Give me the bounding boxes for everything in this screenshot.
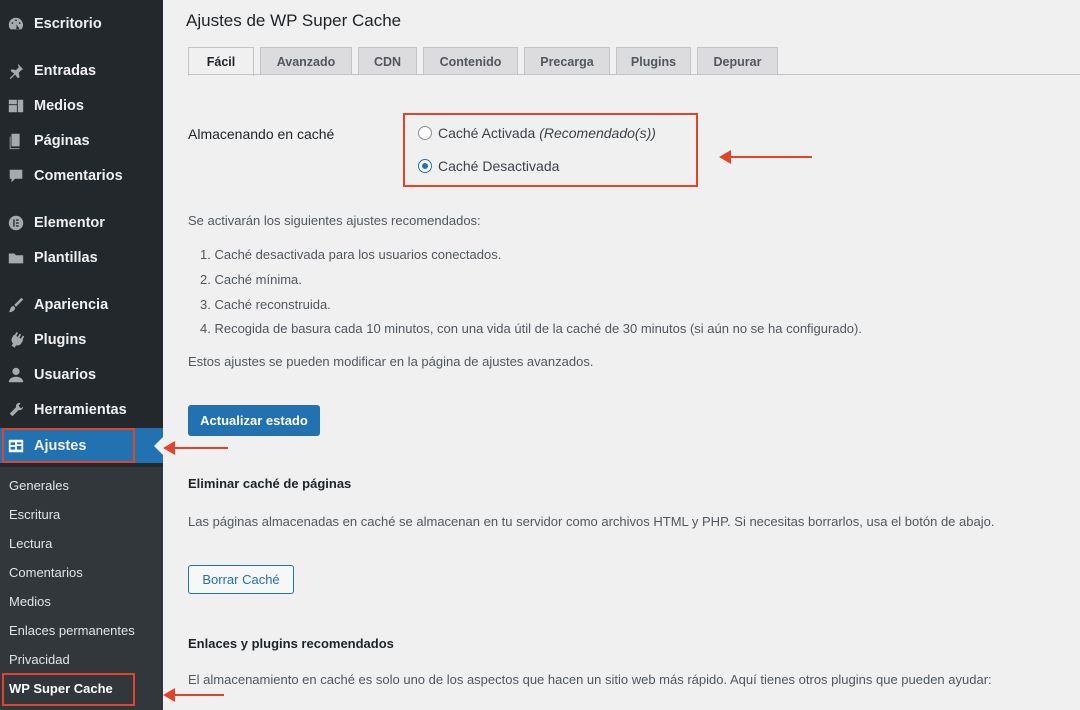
menu-plantillas[interactable]: Plantillas xyxy=(0,240,163,275)
recommended-item-3: 3. Caché reconstruida. xyxy=(200,297,331,312)
page-title: Ajustes de WP Super Cache xyxy=(186,11,402,30)
settings-tabs: Fácil Avanzado CDN Contenido Precarga Pl… xyxy=(188,47,784,76)
tab-contenido[interactable]: Contenido xyxy=(423,47,518,75)
menu-entradas[interactable]: Entradas xyxy=(0,53,163,88)
wp-super-cache-arrow-annotation xyxy=(163,688,224,702)
caching-arrow-annotation xyxy=(719,150,812,164)
ajustes-highlight-box xyxy=(2,428,135,463)
recommended-item-2: 2. Caché mínima. xyxy=(200,272,302,287)
comments-icon xyxy=(6,166,26,186)
advanced-note: Estos ajustes se pueden modificar en la … xyxy=(188,354,594,369)
folder-icon xyxy=(6,248,26,268)
admin-sidebar: Escritorio Entradas Medios Páginas Comen… xyxy=(0,0,163,710)
delete-cache-heading: Eliminar caché de páginas xyxy=(188,476,352,491)
update-status-button[interactable]: Actualizar estado xyxy=(188,405,320,436)
tab-facil[interactable]: Fácil xyxy=(188,47,254,76)
dashboard-icon xyxy=(6,14,26,34)
recommended-item-4: 4. Recogida de basura cada 10 minutos, c… xyxy=(200,321,862,336)
menu-usuarios[interactable]: Usuarios xyxy=(0,357,163,392)
caching-highlight-box xyxy=(403,113,698,187)
delete-cache-description: Las páginas almacenadas en caché se alma… xyxy=(188,514,995,529)
ajustes-arrow-annotation xyxy=(163,441,228,455)
tab-depurar[interactable]: Depurar xyxy=(697,47,778,75)
submenu-lectura[interactable]: Lectura xyxy=(9,534,52,554)
menu-medios[interactable]: Medios xyxy=(0,88,163,123)
menu-paginas[interactable]: Páginas xyxy=(0,123,163,158)
user-icon xyxy=(6,365,26,385)
recommended-links-heading: Enlaces y plugins recomendados xyxy=(188,636,394,651)
pushpin-icon xyxy=(6,61,26,81)
submenu-comentarios[interactable]: Comentarios xyxy=(9,563,83,583)
tabs-divider xyxy=(188,74,1080,75)
delete-cache-button[interactable]: Borrar Caché xyxy=(188,565,294,594)
tab-precarga[interactable]: Precarga xyxy=(524,47,610,75)
tab-plugins[interactable]: Plugins xyxy=(616,47,691,75)
menu-plugins[interactable]: Plugins xyxy=(0,322,163,357)
submenu-privacidad[interactable]: Privacidad xyxy=(9,650,70,670)
caching-label: Almacenando en caché xyxy=(188,126,335,142)
wrench-icon xyxy=(6,400,26,420)
pages-icon xyxy=(6,131,26,151)
menu-herramientas[interactable]: Herramientas xyxy=(0,392,163,427)
menu-escritorio[interactable]: Escritorio xyxy=(0,6,163,41)
active-menu-pointer xyxy=(154,437,163,455)
submenu-enlaces-permanentes[interactable]: Enlaces permanentes xyxy=(9,621,135,641)
elementor-icon xyxy=(6,213,26,233)
tab-cdn[interactable]: CDN xyxy=(358,47,417,75)
menu-elementor[interactable]: Elementor xyxy=(0,205,163,240)
media-icon xyxy=(6,96,26,116)
brush-icon xyxy=(6,295,26,315)
menu-apariencia[interactable]: Apariencia xyxy=(0,287,163,322)
tab-avanzado[interactable]: Avanzado xyxy=(260,47,352,75)
submenu-generales[interactable]: Generales xyxy=(9,476,69,496)
plugin-icon xyxy=(6,330,26,350)
recommended-intro: Se activarán los siguientes ajustes reco… xyxy=(188,213,481,228)
recommended-item-1: 1. Caché desactivada para los usuarios c… xyxy=(200,247,502,262)
wp-super-cache-highlight-box xyxy=(2,673,135,706)
recommended-links-description: El almacenamiento en caché es solo uno d… xyxy=(188,672,992,687)
menu-comentarios[interactable]: Comentarios xyxy=(0,158,163,193)
submenu-medios[interactable]: Medios xyxy=(9,592,51,612)
submenu-escritura[interactable]: Escritura xyxy=(9,505,60,525)
